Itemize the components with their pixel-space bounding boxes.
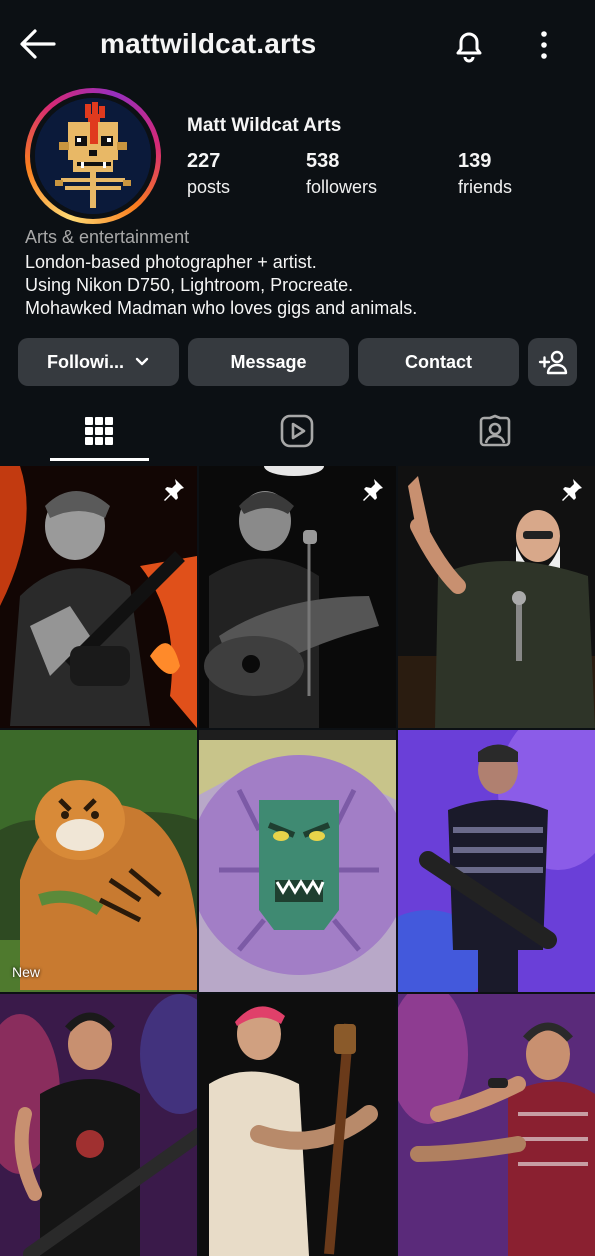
profile-avatar[interactable] xyxy=(25,88,161,224)
stat-posts-value: 227 xyxy=(187,150,221,172)
profile-bio: London-based photographer + artist. Usin… xyxy=(25,251,417,320)
stat-friends[interactable]: 139 friends xyxy=(458,150,512,198)
post-thumbnail[interactable] xyxy=(398,994,595,1256)
tab-reels[interactable] xyxy=(198,400,396,462)
post-thumbnail[interactable]: New xyxy=(0,730,197,992)
following-button-label: Followi... xyxy=(47,351,124,372)
contact-button-label: Contact xyxy=(405,351,472,372)
pin-icon xyxy=(363,479,383,501)
active-tab-indicator xyxy=(50,458,149,461)
profile-username: mattwildcat.arts xyxy=(100,28,317,59)
post-thumbnail[interactable] xyxy=(398,730,595,992)
post-thumbnail[interactable] xyxy=(199,730,396,992)
tab-tagged[interactable] xyxy=(396,400,594,462)
bio-line: London-based photographer + artist. xyxy=(25,252,317,272)
pin-icon xyxy=(164,479,184,501)
reels-icon xyxy=(280,414,314,448)
more-options-icon[interactable] xyxy=(530,26,558,64)
stat-friends-value: 139 xyxy=(458,150,492,172)
pin-icon xyxy=(562,479,582,501)
profile-display-name: Matt Wildcat Arts xyxy=(187,115,342,136)
stat-followers[interactable]: 538 followers xyxy=(306,150,377,198)
add-person-icon xyxy=(538,350,567,375)
contact-button[interactable]: Contact xyxy=(358,338,519,386)
message-button[interactable]: Message xyxy=(188,338,349,386)
stat-followers-label: followers xyxy=(306,177,378,197)
post-thumbnail[interactable] xyxy=(398,466,595,728)
post-thumbnail[interactable] xyxy=(0,994,197,1256)
following-button[interactable]: Followi... xyxy=(18,338,179,386)
tagged-icon xyxy=(479,414,511,447)
stat-posts[interactable]: 227 posts xyxy=(187,150,230,198)
post-thumbnail[interactable] xyxy=(199,994,396,1256)
stat-posts-label: posts xyxy=(187,177,231,197)
tab-posts-grid[interactable] xyxy=(0,400,198,462)
post-thumbnail[interactable] xyxy=(199,466,396,728)
back-arrow-icon[interactable] xyxy=(18,26,58,62)
profile-category: Arts & entertainment xyxy=(25,227,190,247)
stat-friends-label: friends xyxy=(458,177,513,197)
chevron-down-icon xyxy=(135,357,149,366)
new-post-label: New xyxy=(12,964,41,980)
bio-line: Mohawked Madman who loves gigs and anima… xyxy=(25,298,418,318)
bio-line: Using Nikon D750, Lightroom, Procreate. xyxy=(25,275,354,295)
stat-followers-value: 538 xyxy=(306,150,340,172)
post-thumbnail[interactable] xyxy=(0,466,197,728)
top-bar: mattwildcat.arts xyxy=(0,0,595,90)
add-person-button[interactable] xyxy=(528,338,577,386)
bell-icon[interactable] xyxy=(448,24,490,66)
message-button-label: Message xyxy=(230,351,307,372)
profile-tabs xyxy=(0,400,595,462)
grid-icon xyxy=(85,417,113,445)
skull-logo-image xyxy=(35,98,151,214)
